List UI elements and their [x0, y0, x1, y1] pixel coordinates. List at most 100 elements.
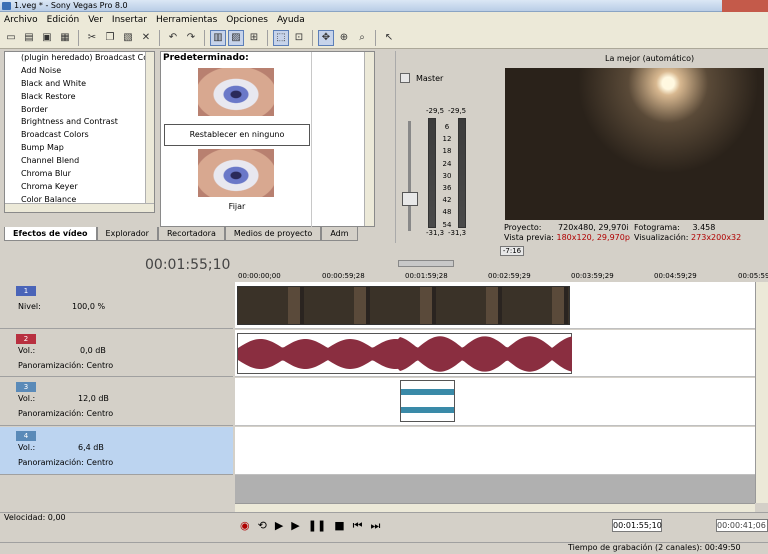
track-vol-value: 12,0 dB — [78, 394, 109, 403]
list-item[interactable]: Chroma Keyer — [5, 181, 154, 194]
db-tick: 6 — [444, 123, 450, 131]
track-vol-label: Vol.: — [18, 443, 36, 452]
redo-icon[interactable]: ↷ — [183, 30, 199, 46]
separator — [159, 29, 160, 46]
stop-icon[interactable]: ■ — [334, 519, 344, 533]
list-item[interactable]: Brightness and Contrast — [5, 116, 154, 129]
new-file-icon[interactable]: ▭ — [3, 30, 19, 46]
lock-envelopes-icon[interactable]: ▨ — [228, 29, 244, 46]
eye-thumbnail-reset[interactable] — [198, 68, 274, 116]
zoom-tool-icon[interactable]: ⊕ — [336, 30, 352, 46]
tab-project-media[interactable]: Medios de proyecto — [224, 227, 322, 241]
fotograma-label: Fotograma: — [634, 223, 680, 232]
list-item[interactable]: Bump Map — [5, 142, 154, 155]
play-from-start-icon[interactable]: ▶ — [275, 519, 283, 533]
undo-icon[interactable]: ↶ — [165, 30, 181, 46]
menu-bar: Archivo Edición Ver Insertar Herramienta… — [0, 12, 768, 27]
menu-opciones[interactable]: Opciones — [226, 15, 268, 25]
db-tick: 18 — [442, 147, 452, 156]
preset-reset[interactable]: Restablecer en ninguno — [164, 124, 310, 146]
list-item[interactable]: Channel Blend — [5, 155, 154, 168]
preview-info-right: Fotograma: 3.458 Visualización: 273x200x… — [634, 223, 741, 243]
envelope-tool-icon[interactable]: ⊡ — [291, 30, 307, 46]
vista-value: 180x120, 29,970p — [556, 233, 630, 242]
list-item[interactable]: Broadcast Colors — [5, 129, 154, 142]
loop-region[interactable] — [398, 260, 454, 267]
menu-ver[interactable]: Ver — [88, 15, 103, 25]
horizontal-scrollbar[interactable] — [235, 503, 755, 512]
delete-icon[interactable]: ✕ — [138, 30, 154, 46]
track-lane-audio-1[interactable] — [235, 330, 755, 377]
vertical-scrollbar[interactable] — [755, 282, 768, 503]
presets-panel: Predeterminado: Restablecer en ninguno F… — [160, 51, 375, 227]
speed-label: Velocidad: 0,00 — [4, 513, 66, 522]
track-header-2[interactable]: 2 Vol.: 0,0 dB Panoramización: Centro — [0, 330, 233, 377]
play-icon[interactable]: ▶ — [291, 519, 299, 533]
tab-more[interactable]: Adm — [321, 227, 358, 241]
video-frame — [505, 68, 764, 220]
paste-icon[interactable]: ▧ — [120, 30, 136, 46]
main-toolbar: ▭ ▤ ▣ ▦ ✂ ❐ ▧ ✕ ↶ ↷ ▥ ▨ ⊞ ⬚ ⊡ ✥ ⊕ ⌕ ↖ — [0, 27, 768, 49]
selection-tool-icon[interactable]: ✥ — [318, 29, 334, 46]
track-header-1[interactable]: 1 Nivel: 100,0 % — [0, 282, 233, 329]
copy-icon[interactable]: ❐ — [102, 30, 118, 46]
help-pointer-icon[interactable]: ↖ — [381, 30, 397, 46]
open-folder-icon[interactable]: ▤ — [21, 30, 37, 46]
db-tick: 12 — [442, 135, 452, 144]
video-clip[interactable] — [237, 286, 570, 325]
menu-edicion[interactable]: Edición — [47, 15, 80, 25]
effects-list[interactable]: (plugin heredado) Broadcast Colo Add Noi… — [4, 51, 155, 213]
list-item[interactable]: Add Noise — [5, 65, 154, 78]
track-header-3[interactable]: 3 Vol.: 12,0 dB Panoramización: Centro — [0, 378, 233, 426]
list-item[interactable]: (plugin heredado) Broadcast Colo — [5, 52, 154, 65]
eye-thumbnail-fix[interactable] — [198, 149, 274, 197]
menu-archivo[interactable]: Archivo — [4, 15, 38, 25]
list-item[interactable]: Black Restore — [5, 91, 154, 104]
list-item[interactable]: Border — [5, 104, 154, 117]
master-icon[interactable] — [400, 73, 410, 83]
save-icon[interactable]: ▣ — [39, 30, 55, 46]
menu-ayuda[interactable]: Ayuda — [277, 15, 305, 25]
vertical-scrollbar[interactable] — [145, 52, 154, 212]
menu-insertar[interactable]: Insertar — [112, 15, 147, 25]
next-frame-icon[interactable]: ⏭ — [371, 519, 381, 533]
close-button[interactable] — [722, 0, 768, 12]
cut-icon[interactable]: ✂ — [84, 30, 100, 46]
menu-herramientas[interactable]: Herramientas — [156, 15, 217, 25]
level-meter-left — [428, 118, 436, 228]
peak-right: -29,5 — [448, 107, 467, 115]
loop-icon[interactable]: ⟲ — [258, 519, 267, 533]
auto-ripple-icon[interactable]: ▥ — [210, 29, 226, 46]
list-item[interactable]: Chroma Blur — [5, 168, 154, 181]
track-lane-video[interactable] — [235, 282, 755, 329]
track-number: 1 — [16, 286, 36, 296]
properties-icon[interactable]: ▦ — [57, 30, 73, 46]
previous-frame-icon[interactable]: ⏮ — [353, 519, 363, 533]
record-icon[interactable]: ◉ — [240, 519, 250, 533]
vertical-scrollbar[interactable] — [364, 52, 374, 226]
video-preview: La mejor (automático) Proyecto: 720x480,… — [500, 51, 768, 243]
track-lane-audio-3[interactable] — [235, 427, 755, 475]
magnify-icon[interactable]: ⌕ — [354, 30, 370, 46]
audio-clip-short[interactable] — [400, 380, 455, 422]
track-header-4[interactable]: 4 Vol.: 6,4 dB Panoramización: Centro — [0, 427, 233, 475]
transport-bar: Velocidad: 0,00 ◉ ⟲ ▶ ▶ ❚❚ ■ ⏮ ⏭ 00:01:5… — [0, 512, 768, 542]
preview-quality[interactable]: La mejor (automático) — [605, 54, 694, 63]
audio-clip[interactable] — [237, 333, 572, 374]
list-item[interactable]: Black and White — [5, 78, 154, 91]
snap-icon[interactable]: ⊞ — [246, 30, 262, 46]
pause-icon[interactable]: ❚❚ — [308, 519, 326, 533]
horizontal-scrollbar[interactable] — [5, 203, 154, 212]
master-fader-knob[interactable] — [402, 192, 418, 206]
track-lane-audio-2[interactable] — [235, 378, 755, 426]
tab-trimmer[interactable]: Recortadora — [157, 227, 225, 241]
app-icon — [2, 2, 11, 10]
preset-fix[interactable]: Fijar — [164, 202, 310, 211]
transport-buttons: ◉ ⟲ ▶ ▶ ❚❚ ■ ⏮ ⏭ — [240, 519, 380, 533]
db-scale: 6 12 18 24 30 36 42 48 54 — [439, 121, 455, 231]
tab-video-effects[interactable]: Efectos de vídeo — [4, 227, 97, 241]
tab-explorer[interactable]: Explorador — [96, 227, 158, 241]
db-tick: 30 — [442, 171, 452, 180]
waveform — [238, 336, 572, 372]
normal-edit-tool-icon[interactable]: ⬚ — [273, 29, 289, 46]
